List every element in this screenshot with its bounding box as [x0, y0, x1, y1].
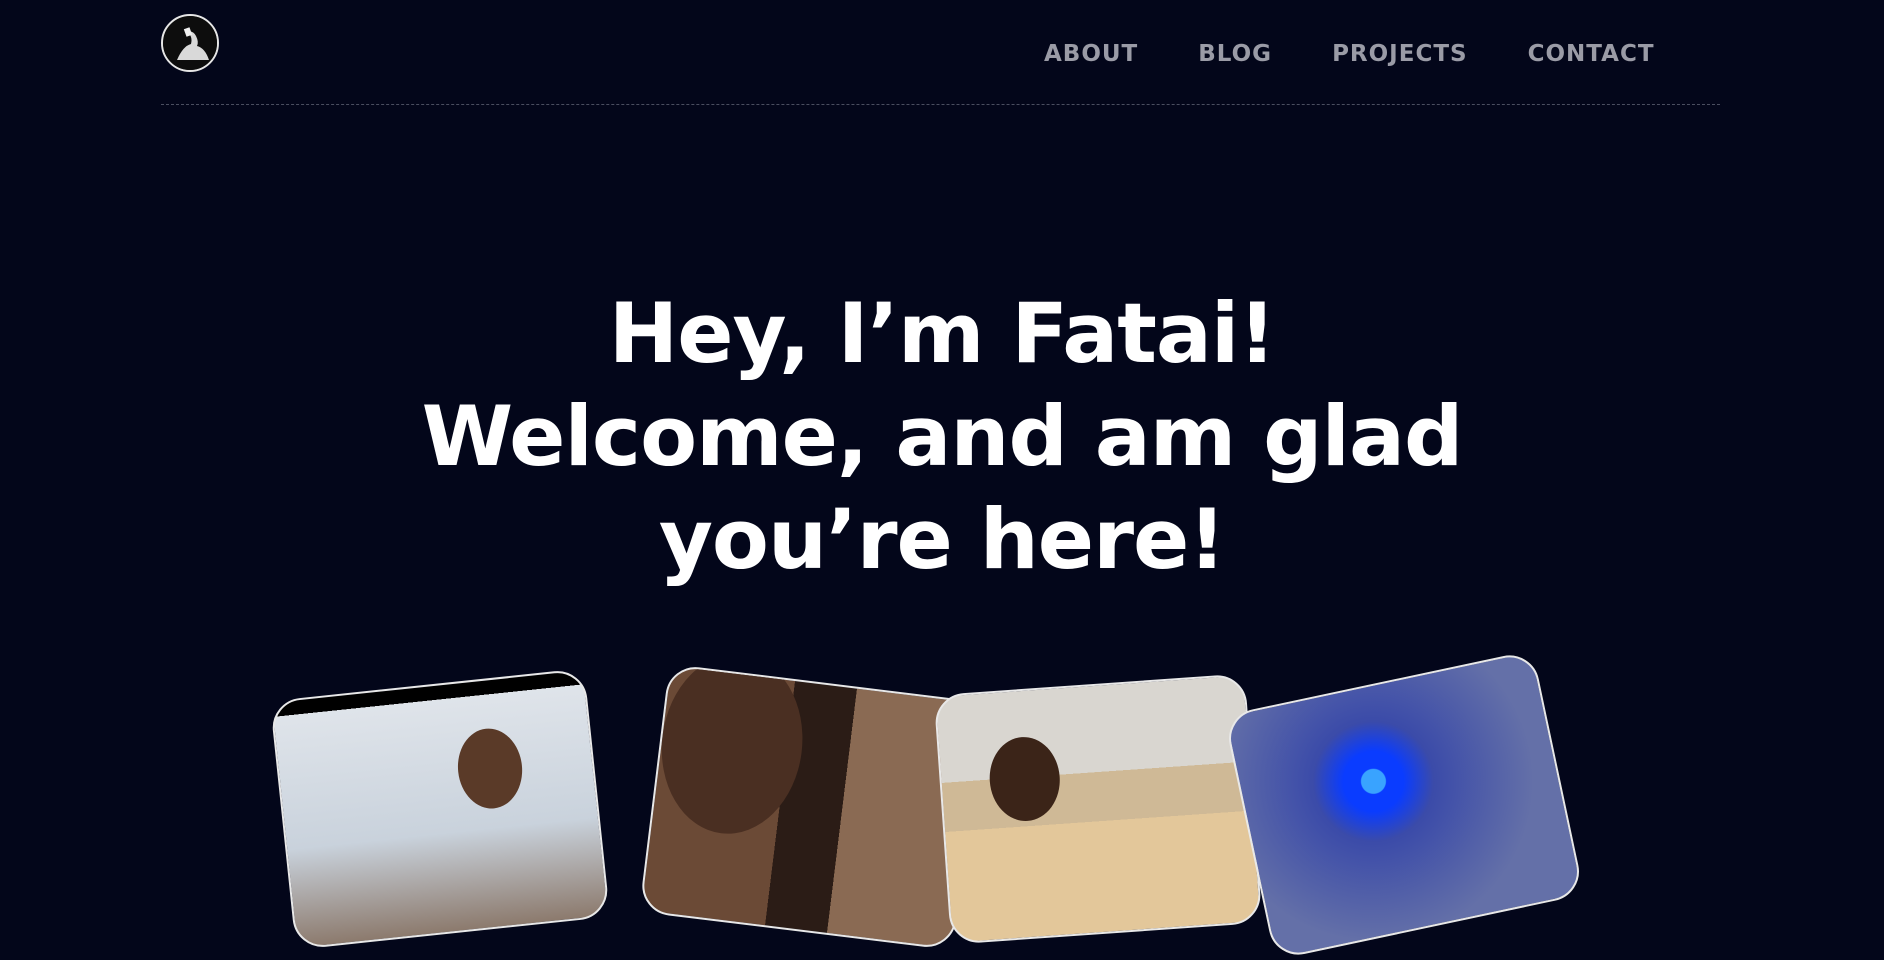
photo-card-3 [933, 673, 1263, 945]
main-nav: ABOUT BLOG PROJECTS CONTACT [1044, 40, 1715, 68]
nav-about[interactable]: ABOUT [1044, 40, 1138, 68]
photo-card-2 [638, 663, 984, 951]
nav-projects[interactable]: PROJECTS [1332, 40, 1468, 68]
photo-card-1 [269, 668, 611, 950]
site-header: ABOUT BLOG PROJECTS CONTACT [161, 0, 1720, 105]
hero-line-3: you’re here! [658, 491, 1226, 588]
hero-line-1: Hey, I’m Fatai! [608, 285, 1276, 382]
nav-blog[interactable]: BLOG [1198, 40, 1272, 68]
photo-card-4 [1223, 649, 1585, 960]
nav-contact[interactable]: CONTACT [1528, 40, 1655, 68]
hero-heading: Hey, I’m Fatai! Welcome, and am glad you… [0, 282, 1884, 591]
hero-line-2: Welcome, and am glad [421, 388, 1464, 485]
avatar-logo-icon[interactable] [161, 14, 219, 72]
